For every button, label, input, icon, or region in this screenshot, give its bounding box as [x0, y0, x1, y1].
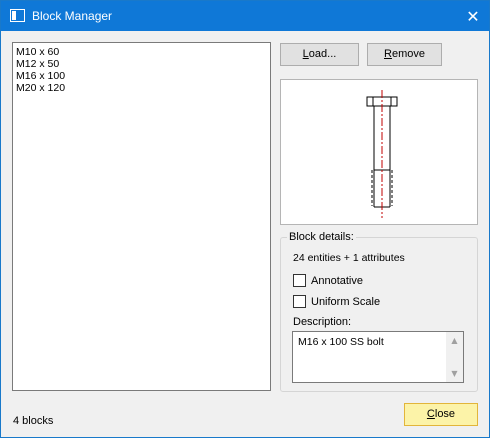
close-button[interactable]: Close [404, 403, 478, 426]
block-list[interactable]: M10 x 60 M12 x 50 M16 x 100 M20 x 120 [12, 42, 271, 391]
window-icon [10, 9, 25, 22]
annotative-label[interactable]: Annotative [311, 275, 363, 287]
title-bar[interactable]: Block Manager ✕ [1, 1, 489, 31]
remove-button[interactable]: Remove [367, 43, 442, 66]
list-item[interactable]: M16 x 100 [16, 70, 65, 82]
scroll-down-icon[interactable]: ▼ [446, 365, 463, 382]
uniform-scale-checkbox[interactable] [293, 295, 306, 308]
block-count-status: 4 blocks [13, 415, 54, 427]
entity-summary: 24 entities + 1 attributes [293, 252, 405, 264]
block-preview [280, 79, 478, 225]
window-title: Block Manager [32, 9, 113, 23]
load-button-label: Load... [302, 48, 337, 60]
description-value: M16 x 100 SS bolt [298, 336, 384, 348]
list-item[interactable]: M10 x 60 [16, 46, 59, 58]
block-manager-dialog: Block Manager ✕ M10 x 60 M12 x 50 M16 x … [0, 0, 490, 438]
close-icon[interactable]: ✕ [459, 3, 487, 29]
list-item[interactable]: M12 x 50 [16, 58, 59, 70]
scroll-up-icon[interactable]: ▲ [446, 332, 463, 349]
load-button[interactable]: Load... [280, 43, 359, 66]
annotative-checkbox[interactable] [293, 274, 306, 287]
description-scrollbar[interactable]: ▲ ▼ [446, 332, 463, 382]
uniform-scale-label[interactable]: Uniform Scale [311, 296, 380, 308]
close-button-label: Close [426, 408, 456, 420]
bolt-preview-icon [366, 90, 398, 218]
list-item[interactable]: M20 x 120 [16, 82, 65, 94]
description-field[interactable]: M16 x 100 SS bolt ▲ ▼ [292, 331, 464, 383]
description-label: Description: [293, 316, 352, 328]
remove-button-label: Remove [384, 48, 425, 60]
block-details-label: Block details: [287, 231, 356, 243]
